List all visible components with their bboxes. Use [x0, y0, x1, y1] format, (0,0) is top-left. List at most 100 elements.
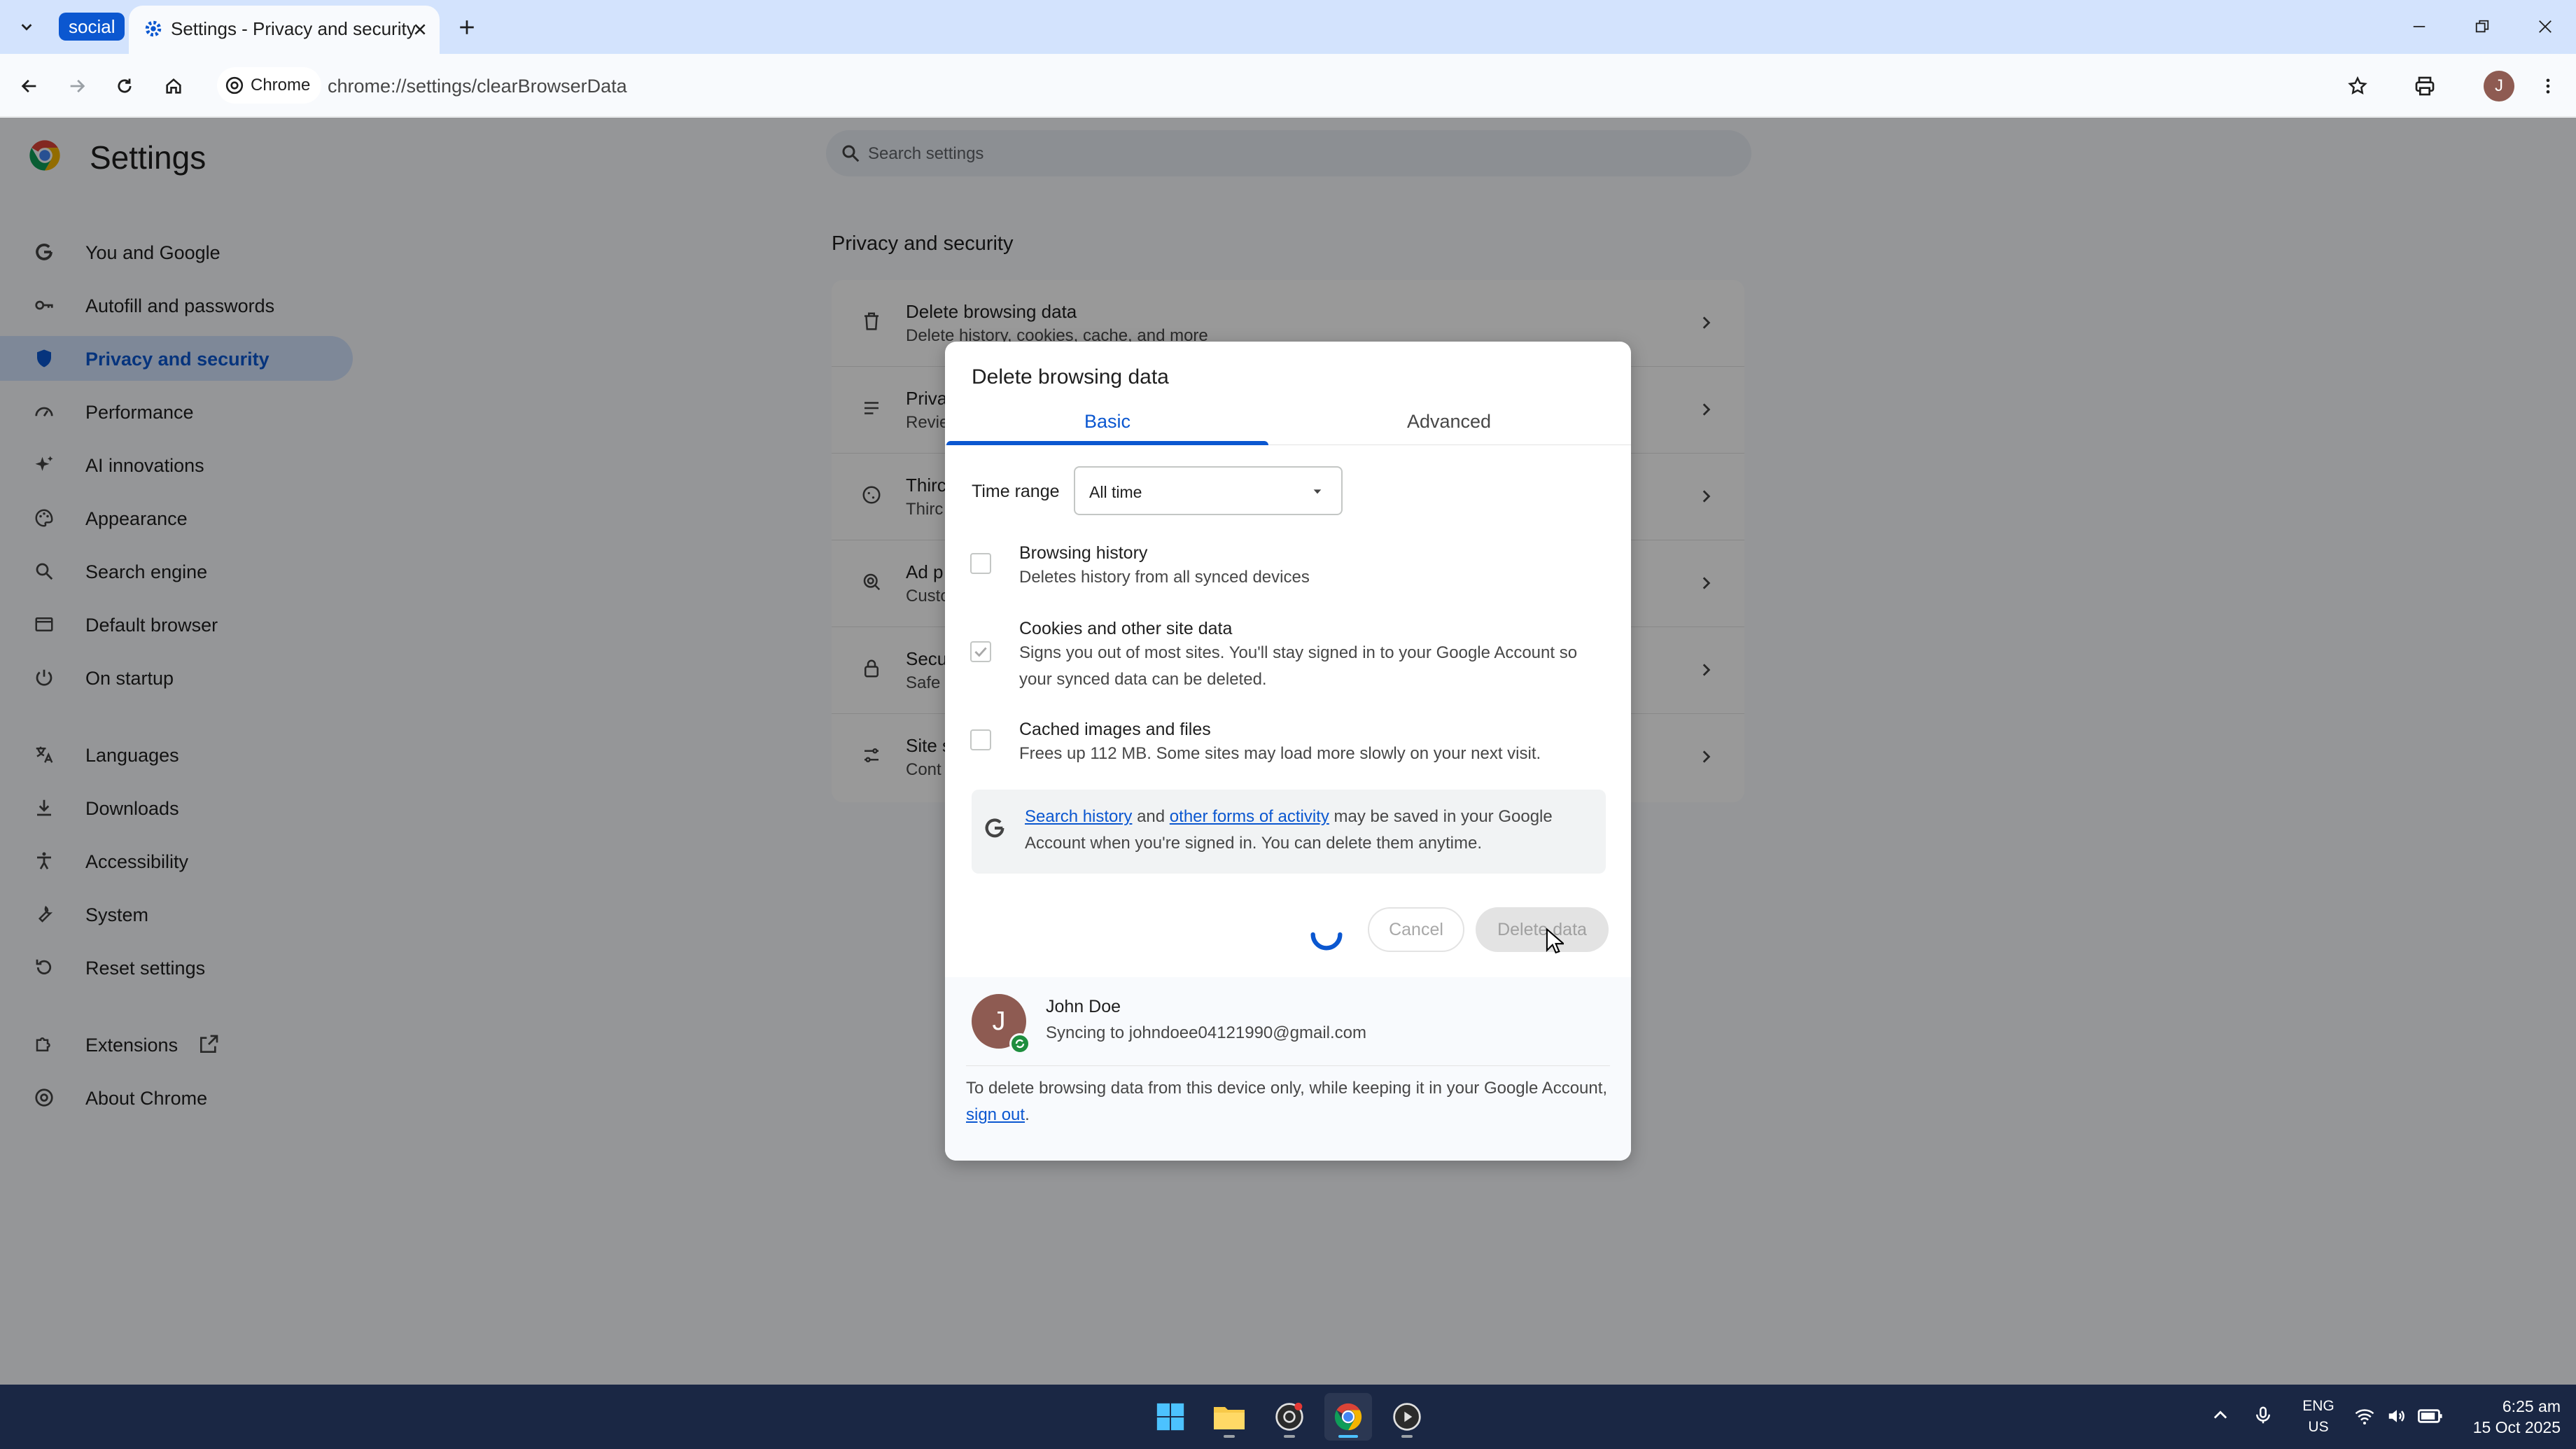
- file-explorer-taskbar-button[interactable]: [1205, 1393, 1253, 1441]
- system-clock[interactable]: 6:25 am 15 Oct 2025: [2464, 1396, 2561, 1438]
- close-window-button[interactable]: [2524, 10, 2566, 43]
- wifi-icon[interactable]: [2353, 1406, 2376, 1427]
- info-text: Search history and other forms of activi…: [1025, 804, 1599, 857]
- sync-icon: [1009, 1033, 1030, 1054]
- back-button[interactable]: [11, 68, 48, 104]
- account-sync-status: Syncing to johndoee04121990@gmail.com: [1046, 1023, 1367, 1042]
- chevron-up-icon[interactable]: [2211, 1406, 2230, 1425]
- arrow-right-icon: [70, 79, 85, 93]
- delete-data-button[interactable]: Delete data: [1476, 907, 1609, 952]
- dialog-tabs: Basic Advanced: [945, 398, 1631, 445]
- chrome-icon: [1334, 1403, 1362, 1431]
- region-code: US: [2308, 1419, 2329, 1435]
- check-icon: [974, 647, 987, 657]
- site-info-chip[interactable]: Chrome: [217, 67, 322, 104]
- minimize-button[interactable]: [2398, 10, 2440, 43]
- cancel-button[interactable]: Cancel: [1368, 907, 1464, 952]
- delete-browsing-data-dialog: Delete browsing data Basic Advanced Time…: [945, 342, 1631, 1161]
- mouse-cursor-icon: [1546, 928, 1564, 955]
- app-taskbar-button[interactable]: [1266, 1393, 1313, 1441]
- tab-search-button[interactable]: [10, 10, 43, 43]
- signout-note: To delete browsing data from this device…: [966, 1075, 1610, 1128]
- windows-logo-icon: [1156, 1403, 1184, 1431]
- printer-icon: [2415, 76, 2435, 96]
- close-icon: [2539, 20, 2552, 33]
- microphone-icon[interactable]: [2253, 1404, 2274, 1427]
- tab-basic[interactable]: Basic: [946, 398, 1268, 445]
- reload-icon: [118, 78, 132, 93]
- tab-advanced[interactable]: Advanced: [1268, 398, 1630, 445]
- browsing-history-checkbox[interactable]: [970, 553, 991, 574]
- media-player-taskbar-button[interactable]: [1383, 1393, 1431, 1441]
- google-activity-info: Search history and other forms of activi…: [972, 790, 1606, 874]
- active-indicator: [1338, 1435, 1358, 1438]
- search-history-link[interactable]: Search history: [1025, 807, 1132, 826]
- tab-indicator: [946, 441, 1268, 445]
- play-icon: [1393, 1403, 1421, 1431]
- active-tab[interactable]: Settings - Privacy and security: [129, 6, 440, 54]
- tab-group-chip[interactable]: social: [59, 13, 125, 41]
- google-g-icon: [983, 816, 1007, 840]
- reload-button[interactable]: [106, 68, 143, 104]
- tab-close-button[interactable]: [406, 15, 434, 43]
- account-section: J John Doe Syncing to johndoee04121990@g…: [945, 977, 1631, 1161]
- clock-date: 15 Oct 2025: [2472, 1418, 2561, 1436]
- volume-icon[interactable]: [2386, 1406, 2408, 1427]
- cached-images-checkbox[interactable]: [970, 729, 991, 750]
- battery-icon[interactable]: [2418, 1406, 2443, 1427]
- running-indicator: [1284, 1435, 1295, 1438]
- new-tab-button[interactable]: [451, 11, 483, 43]
- info-text-and: and: [1132, 807, 1170, 826]
- divider: [966, 1065, 1610, 1066]
- other-activity-link[interactable]: other forms of activity: [1170, 807, 1329, 826]
- url-text[interactable]: chrome://settings/clearBrowserData: [328, 76, 627, 97]
- signout-note-suffix: .: [1025, 1105, 1030, 1124]
- option-subtitle: Deletes history from all synced devices: [1019, 568, 1310, 587]
- menu-button[interactable]: [2530, 68, 2566, 104]
- home-icon: [166, 78, 181, 94]
- home-button[interactable]: [155, 68, 192, 104]
- start-button[interactable]: [1147, 1393, 1194, 1441]
- print-button[interactable]: [2407, 68, 2443, 104]
- plus-icon: [460, 20, 474, 34]
- folder-icon: [1214, 1407, 1245, 1429]
- browser-toolbar: Chrome chrome://settings/clearBrowserDat…: [0, 54, 2576, 117]
- option-subtitle: Signs you out of most sites. You'll stay…: [1019, 643, 1578, 689]
- windows-taskbar: ENG US 6:25 am 15 Oct 2025: [0, 1385, 2576, 1449]
- time-range-label: Time range: [972, 482, 1060, 501]
- running-indicator: [1224, 1435, 1235, 1438]
- caret-down-icon: [1312, 486, 1323, 497]
- restore-icon: [2475, 20, 2489, 33]
- more-vert-icon: [2546, 78, 2550, 94]
- keyboard-language[interactable]: ENG US: [2297, 1396, 2339, 1438]
- profile-avatar[interactable]: J: [2484, 71, 2514, 102]
- close-icon: [414, 24, 426, 35]
- loading-spinner-icon: [1306, 914, 1347, 955]
- account-name: John Doe: [1046, 997, 1121, 1016]
- tab-title: Settings - Privacy and security: [171, 18, 416, 39]
- cookies-checkbox[interactable]: [970, 641, 991, 662]
- chrome-taskbar-button[interactable]: [1324, 1393, 1372, 1441]
- option-title: Cached images and files: [1019, 720, 1211, 739]
- gear-icon: [143, 18, 164, 39]
- site-chip-label: Chrome: [251, 76, 311, 94]
- sign-out-link[interactable]: sign out: [966, 1105, 1025, 1124]
- language-code: ENG: [2302, 1398, 2334, 1414]
- option-subtitle: Frees up 112 MB. Some sites may load mor…: [1019, 744, 1541, 763]
- option-title: Browsing history: [1019, 543, 1148, 563]
- time-range-dropdown[interactable]: All time: [1074, 466, 1343, 515]
- restore-button[interactable]: [2461, 10, 2503, 43]
- minimize-icon: [2413, 26, 2426, 27]
- tab-strip: social Settings - Privacy and security: [0, 0, 2576, 54]
- bookmark-button[interactable]: [2339, 68, 2376, 104]
- address-bar[interactable]: Chrome chrome://settings/clearBrowserDat…: [211, 61, 2358, 110]
- running-indicator: [1401, 1435, 1413, 1438]
- time-range-value: All time: [1089, 483, 1142, 501]
- forward-button[interactable]: [59, 68, 95, 104]
- signout-note-text: To delete browsing data from this device…: [966, 1079, 1608, 1098]
- clock-time: 6:25 am: [2502, 1397, 2561, 1415]
- dialog-title: Delete browsing data: [972, 365, 1169, 388]
- star-icon: [2348, 76, 2367, 94]
- app-icon: [1275, 1402, 1303, 1431]
- chevron-down-icon: [21, 24, 32, 31]
